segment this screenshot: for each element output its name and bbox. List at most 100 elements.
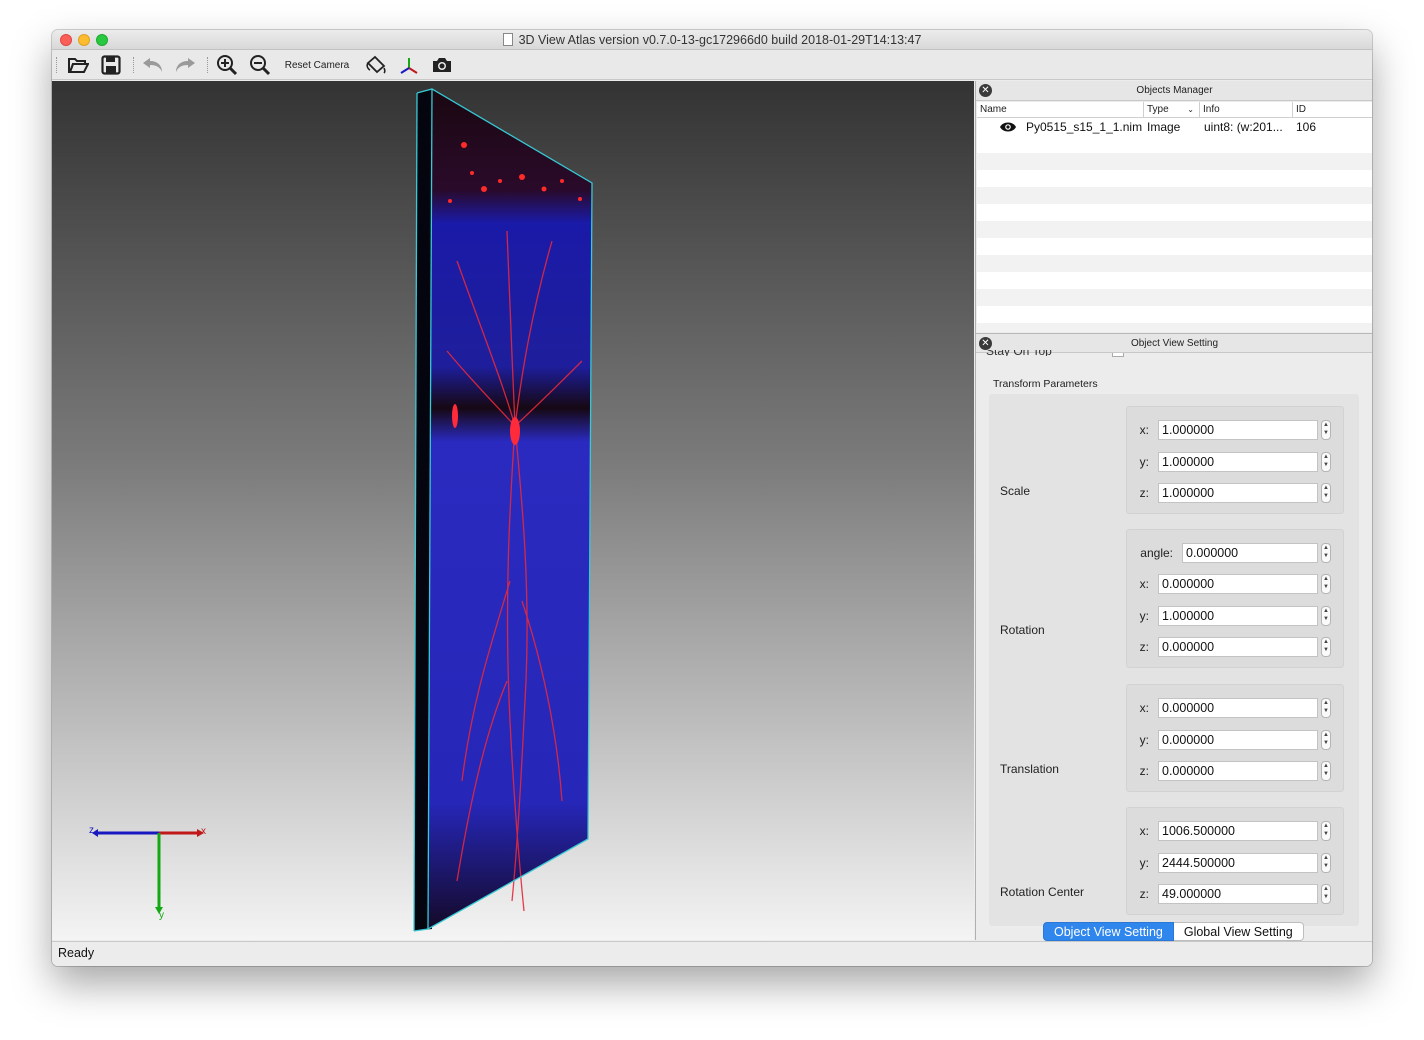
table-row[interactable]: Py0515_s15_1_1.nim Image uint8: (w:201..…	[977, 119, 1372, 136]
objects-table[interactable]: Name Type ⌄ Info ID Py0515_s15_1_1.nim Im…	[977, 102, 1372, 332]
rotation-angle-stepper[interactable]: ▲ ▼	[1321, 543, 1331, 563]
axes-icon	[400, 58, 418, 74]
translation-z-stepper[interactable]: ▲ ▼	[1321, 761, 1331, 781]
rotation-x-stepper[interactable]: ▲ ▼	[1321, 574, 1331, 594]
column-header-type-label: Type	[1147, 104, 1169, 115]
rotation-x-label: x:	[1139, 577, 1149, 591]
scale-z-stepper[interactable]: ▲ ▼	[1321, 483, 1331, 503]
window-minimize-button[interactable]	[78, 34, 90, 46]
rotation-center-y-stepper[interactable]: ▲ ▼	[1321, 853, 1331, 873]
object-id: 106	[1296, 120, 1317, 134]
scale-x-label: x:	[1139, 423, 1149, 437]
axis-label-x: x	[201, 826, 206, 837]
open-button[interactable]	[65, 53, 91, 77]
scale-z-input[interactable]: 1.000000	[1158, 483, 1318, 503]
translation-x-stepper[interactable]: ▲ ▼	[1321, 698, 1331, 718]
zoom-out-button[interactable]	[247, 53, 273, 77]
rotation-center-z-input[interactable]: 49.000000	[1158, 884, 1318, 904]
objects-manager-title: Objects Manager	[1136, 85, 1213, 96]
rotation-x-input[interactable]: 0.000000	[1158, 574, 1318, 594]
translation-y-stepper[interactable]: ▲ ▼	[1321, 730, 1331, 750]
axis-label-z: z	[89, 825, 94, 836]
scale-field-group: x: 1.000000 ▲ ▼ y: 1.000000 ▲ ▼ z: 1.00000…	[1126, 406, 1344, 514]
scale-x-stepper[interactable]: ▲ ▼	[1321, 420, 1331, 440]
empty-row	[977, 323, 1372, 332]
translation-field-group: x: 0.000000 ▲ ▼ y: 0.000000 ▲ ▼ z: 0.00000…	[1126, 684, 1344, 792]
scale-y-stepper[interactable]: ▲ ▼	[1321, 452, 1331, 472]
object-view-setting-title: Object View Setting	[1130, 338, 1219, 349]
view-setting-tabs: Object View Setting Global View Setting	[1043, 922, 1304, 941]
status-text: Ready	[58, 946, 95, 960]
scale-y-input[interactable]: 1.000000	[1158, 452, 1318, 472]
translation-y-label: y:	[1139, 733, 1149, 747]
right-dock: ✕ Objects Manager Name Type ⌄ Info ID Py0…	[975, 81, 1372, 941]
object-view-setting-close-button[interactable]: ✕	[979, 337, 992, 350]
rotation-y-input[interactable]: 1.000000	[1158, 606, 1318, 626]
column-header-info[interactable]: Info	[1200, 102, 1293, 118]
screenshot-button[interactable]	[429, 53, 455, 77]
translation-z-label: z:	[1139, 764, 1149, 778]
save-button[interactable]	[98, 53, 124, 77]
rotation-angle-input[interactable]: 0.000000	[1182, 543, 1318, 563]
translation-z-input[interactable]: 0.000000	[1158, 761, 1318, 781]
rotation-center-x-input[interactable]: 1006.500000	[1158, 821, 1318, 841]
window-close-button[interactable]	[60, 34, 72, 46]
column-header-type[interactable]: Type ⌄	[1144, 102, 1200, 118]
sort-chevron-icon: ⌄	[1187, 105, 1194, 114]
reset-camera-button[interactable]: Reset Camera	[282, 53, 352, 77]
rotation-center-y-input[interactable]: 2444.500000	[1158, 853, 1318, 873]
objects-manager-titlebar[interactable]: ✕ Objects Manager	[976, 81, 1372, 101]
rotation-center-y-label: y:	[1139, 856, 1149, 870]
paint-bucket-icon	[366, 55, 386, 74]
scale-z-label: z:	[1139, 486, 1149, 500]
toolbar-separator	[133, 57, 135, 73]
tab-object-view-setting[interactable]: Object View Setting	[1043, 922, 1174, 941]
visibility-toggle[interactable]	[999, 119, 1017, 136]
object-type: Image	[1147, 120, 1181, 134]
empty-row	[977, 153, 1372, 170]
object-name: Py0515_s15_1_1.nim	[1026, 120, 1143, 134]
zoom-in-button[interactable]	[214, 53, 240, 77]
axes-button[interactable]	[396, 53, 422, 77]
rotation-angle-label: angle:	[1140, 546, 1173, 560]
rotation-center-label: Rotation Center	[1000, 885, 1085, 899]
rotation-z-label: z:	[1139, 640, 1149, 654]
window-zoom-button[interactable]	[96, 34, 108, 46]
undo-icon	[143, 58, 162, 72]
empty-row	[977, 255, 1372, 272]
toolbar-separator	[207, 57, 209, 73]
undo-button[interactable]	[140, 53, 166, 77]
zoom-in-icon	[217, 55, 238, 76]
rotation-center-z-stepper[interactable]: ▲ ▼	[1321, 884, 1331, 904]
empty-row	[977, 289, 1372, 306]
redo-button[interactable]	[172, 53, 198, 77]
scale-label: Scale	[1000, 484, 1031, 498]
rotation-y-label: y:	[1139, 609, 1149, 623]
3d-viewport[interactable]: x z y	[52, 81, 974, 940]
translation-x-label: x:	[1139, 701, 1149, 715]
scale-y-label: y:	[1139, 455, 1149, 469]
rotation-center-x-stepper[interactable]: ▲ ▼	[1321, 821, 1331, 841]
objects-manager-close-button[interactable]: ✕	[979, 84, 992, 97]
column-header-id[interactable]: ID	[1293, 102, 1372, 118]
neuron-soma	[452, 404, 458, 428]
rotation-center-field-group: x: 1006.500000 ▲ ▼ y: 2444.500000 ▲ ▼ z: 4…	[1126, 807, 1344, 915]
3d-scene[interactable]: x z y	[52, 81, 974, 940]
paint-button[interactable]	[363, 53, 389, 77]
rotation-z-input[interactable]: 0.000000	[1158, 637, 1318, 657]
axis-label-y: y	[159, 910, 164, 921]
rotation-label: Rotation	[1000, 623, 1045, 637]
translation-y-input[interactable]: 0.000000	[1158, 730, 1318, 750]
toolbar-handle[interactable]	[56, 57, 58, 73]
translation-x-input[interactable]: 0.000000	[1158, 698, 1318, 718]
rotation-z-stepper[interactable]: ▲ ▼	[1321, 637, 1331, 657]
translation-label: Translation	[1000, 762, 1059, 776]
rotation-field-group: angle: 0.000000 ▲ ▼ x: 0.000000 ▲ ▼ y: 1.0…	[1126, 529, 1344, 668]
rotation-y-stepper[interactable]: ▲ ▼	[1321, 606, 1331, 626]
folder-open-icon	[68, 58, 89, 73]
tab-global-view-setting[interactable]: Global View Setting	[1173, 922, 1304, 941]
objects-table-header: Name Type ⌄ Info ID	[977, 102, 1372, 118]
stay-on-top-checkbox[interactable]	[1112, 353, 1124, 357]
column-header-name[interactable]: Name	[977, 102, 1144, 118]
scale-x-input[interactable]: 1.000000	[1158, 420, 1318, 440]
